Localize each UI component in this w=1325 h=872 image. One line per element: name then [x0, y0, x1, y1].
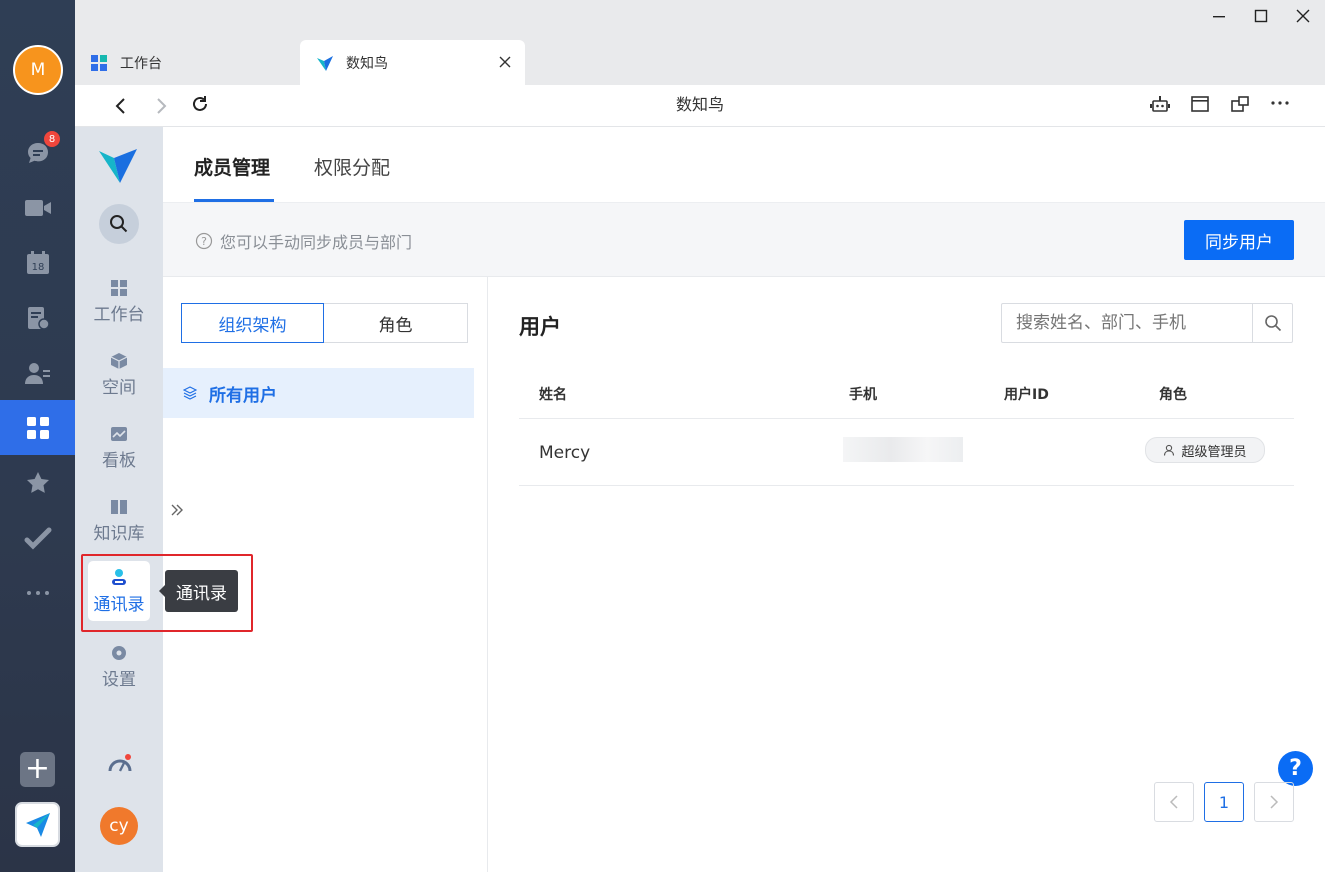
- help-button[interactable]: ?: [1278, 751, 1313, 786]
- close-window-icon[interactable]: [1283, 0, 1323, 32]
- user-search-input[interactable]: [1002, 304, 1254, 342]
- add-app-button[interactable]: +: [20, 752, 55, 787]
- column-role: 角色: [1159, 387, 1187, 403]
- calendar-day: 18: [31, 262, 44, 273]
- prev-page-button[interactable]: [1154, 782, 1194, 822]
- nav-search-button[interactable]: [99, 204, 139, 244]
- cell-name: Mercy: [539, 443, 591, 463]
- chat-icon[interactable]: [0, 130, 75, 176]
- column-user-id: 用户ID: [1004, 387, 1049, 403]
- search-icon: [110, 215, 128, 233]
- chat-badge: 8: [44, 131, 60, 147]
- minimize-icon[interactable]: [1199, 0, 1239, 32]
- user-search-box: [1001, 303, 1293, 343]
- tab-shuzhiniao[interactable]: 数知鸟: [300, 40, 525, 85]
- role-label: 超级管理员: [1181, 444, 1247, 460]
- current-user-avatar[interactable]: cy: [100, 807, 138, 845]
- workbench-icon[interactable]: [0, 400, 75, 455]
- calendar-icon[interactable]: 18: [0, 240, 75, 286]
- users-table-header: 姓名 手机 用户ID 角色: [519, 368, 1294, 419]
- tree-item-label: 所有用户: [209, 385, 277, 406]
- more-icon[interactable]: [0, 570, 75, 616]
- app-rail: M 8 18 +: [0, 0, 75, 872]
- workbench-tab-icon: [91, 54, 107, 71]
- segment-org-structure[interactable]: 组织架构: [181, 303, 324, 343]
- book-icon: [111, 500, 127, 514]
- app-side-nav: 工作台 空间 看板 知识库 通讯录 设置 cy: [75, 127, 163, 872]
- table-row[interactable]: Mercy 超级管理员: [519, 419, 1294, 486]
- nav-label: 知识库: [93, 524, 145, 544]
- document-edit-icon[interactable]: [0, 295, 75, 341]
- title-bar: 工作台 数知鸟: [75, 0, 1325, 85]
- gear-icon: [112, 646, 126, 660]
- expand-double-chevron-icon[interactable]: [169, 502, 185, 518]
- tree-item-all-users[interactable]: 所有用户: [163, 368, 474, 418]
- sync-tip-text: 您可以手动同步成员与部门: [220, 233, 413, 252]
- shuzhiniao-app-icon[interactable]: [15, 802, 60, 847]
- tab-permission-assignment[interactable]: 权限分配: [314, 153, 390, 180]
- forward-icon[interactable]: [151, 96, 171, 116]
- highlight-annotation-box: [81, 554, 253, 632]
- nav-item-settings[interactable]: 设置: [87, 635, 151, 699]
- close-tab-icon[interactable]: [499, 56, 511, 68]
- address-bar: 数知鸟: [75, 85, 1325, 127]
- maximize-icon[interactable]: [1241, 0, 1281, 32]
- back-icon[interactable]: [111, 96, 131, 116]
- nav-item-workbench[interactable]: 工作台: [87, 270, 151, 334]
- nav-label: 空间: [102, 378, 136, 398]
- star-icon[interactable]: [0, 460, 75, 506]
- page-title: 数知鸟: [675, 95, 724, 114]
- contacts-icon[interactable]: [0, 350, 75, 396]
- nav-label: 设置: [102, 670, 136, 690]
- refresh-icon[interactable]: [190, 94, 210, 114]
- video-icon[interactable]: [0, 185, 75, 231]
- tab-workbench[interactable]: 工作台: [75, 40, 300, 85]
- app-logo-icon: [99, 149, 137, 183]
- cell-phone-masked: [843, 437, 963, 462]
- cube-icon: [110, 353, 128, 369]
- user-avatar[interactable]: M: [13, 45, 63, 95]
- grid-icon: [111, 280, 127, 296]
- segment-roles[interactable]: 角色: [324, 303, 468, 343]
- role-badge: 超级管理员: [1145, 437, 1265, 463]
- help-circle-icon: ?: [195, 232, 213, 250]
- sync-tip-bar: ? 您可以手动同步成员与部门 同步用户: [163, 202, 1325, 277]
- nav-item-dashboard[interactable]: 看板: [87, 416, 151, 480]
- task-check-icon[interactable]: [0, 515, 75, 561]
- robot-icon[interactable]: [1150, 94, 1170, 114]
- users-title: 用户: [519, 315, 561, 339]
- more-options-icon[interactable]: [1270, 100, 1290, 106]
- layers-icon: [183, 386, 197, 400]
- svg-text:?: ?: [201, 235, 207, 248]
- tab-member-management[interactable]: 成员管理: [194, 153, 270, 180]
- column-phone: 手机: [849, 387, 877, 403]
- nav-label: 工作台: [93, 305, 145, 325]
- chevron-right-icon: [1270, 795, 1279, 809]
- panel-divider: [487, 277, 488, 872]
- speedometer-icon[interactable]: [107, 752, 133, 778]
- chevron-left-icon: [1169, 795, 1178, 809]
- tab-label: 工作台: [120, 55, 162, 72]
- search-button[interactable]: [1252, 304, 1292, 342]
- next-page-button[interactable]: [1254, 782, 1294, 822]
- chart-board-icon: [111, 427, 127, 441]
- sync-users-button[interactable]: 同步用户: [1184, 220, 1294, 260]
- window-icon[interactable]: [1190, 94, 1210, 114]
- tab-label: 数知鸟: [346, 55, 388, 72]
- shuzhiniao-tab-icon: [317, 55, 333, 71]
- user-icon: [1164, 444, 1175, 456]
- open-in-window-icon[interactable]: [1230, 94, 1250, 114]
- column-name: 姓名: [539, 387, 567, 403]
- nav-item-space[interactable]: 空间: [87, 343, 151, 407]
- page-number-button[interactable]: 1: [1204, 782, 1244, 822]
- search-icon: [1264, 315, 1281, 332]
- main-content: 成员管理 权限分配 ? 您可以手动同步成员与部门 同步用户 组织架构 角色 所有…: [163, 127, 1325, 872]
- nav-item-knowledge-base[interactable]: 知识库: [87, 489, 151, 553]
- nav-label: 看板: [102, 451, 136, 471]
